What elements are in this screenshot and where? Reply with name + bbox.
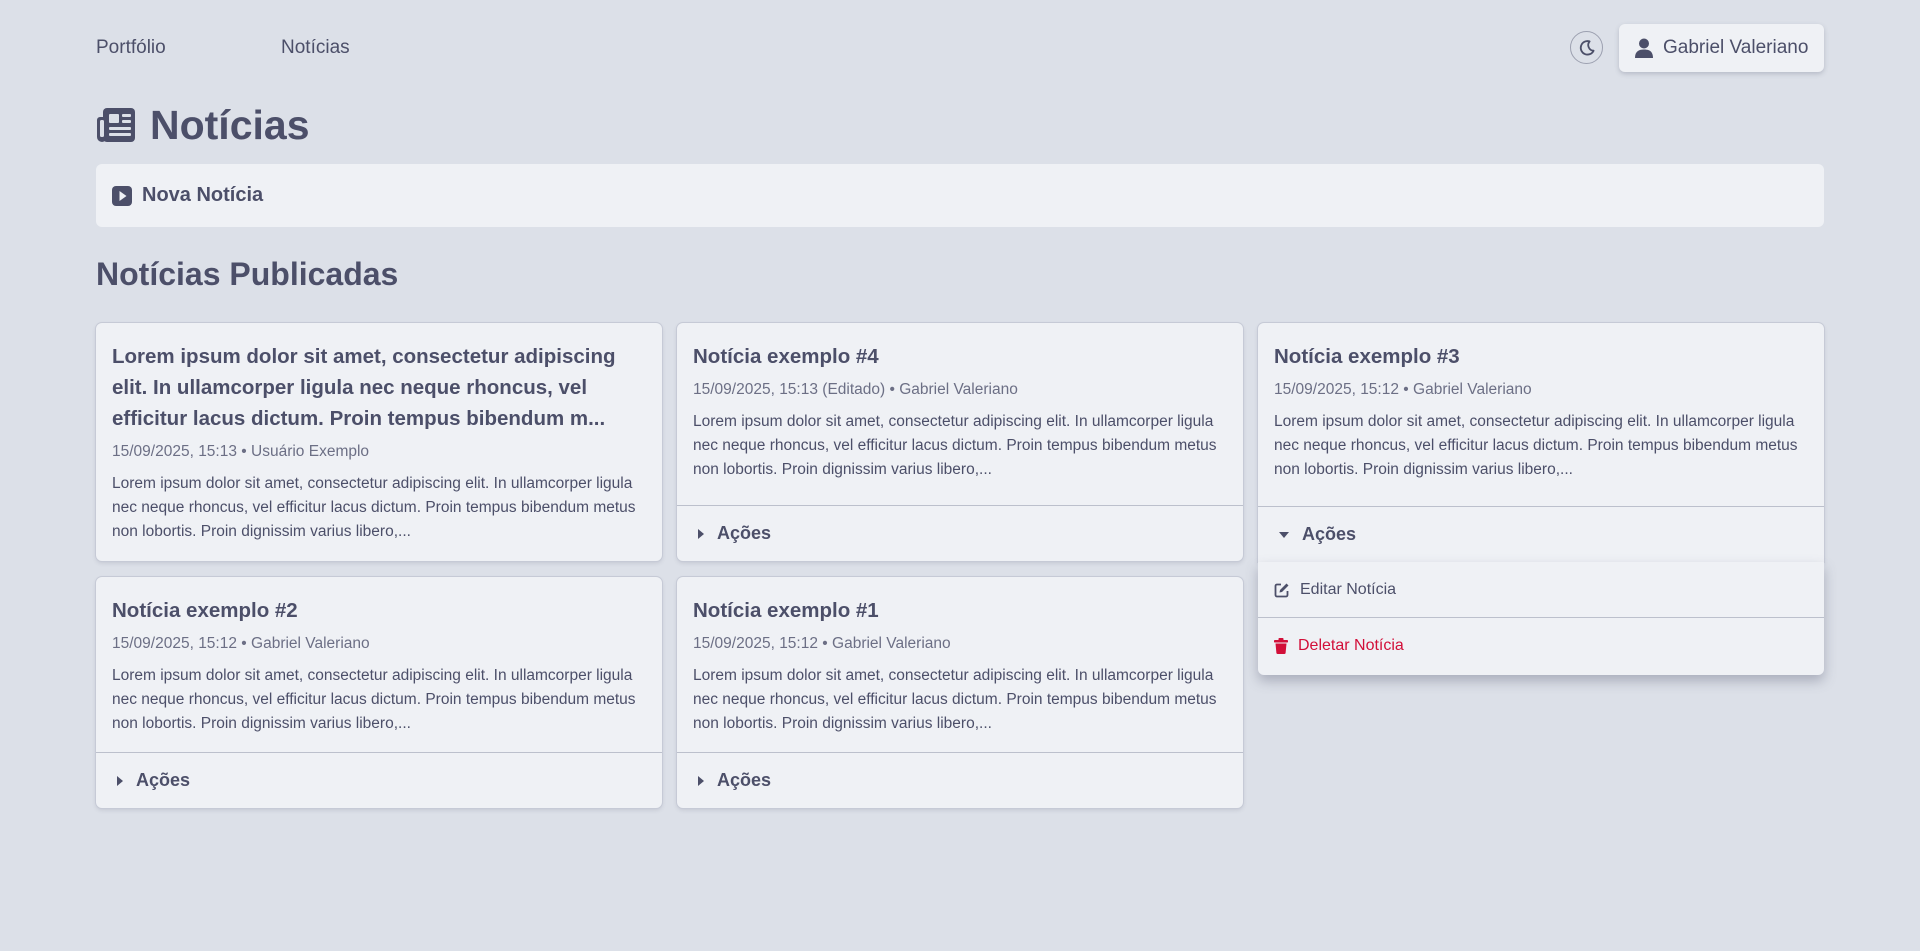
actions-toggle[interactable]: Ações <box>1258 506 1824 562</box>
news-card-title[interactable]: Notícia exemplo #1 <box>693 595 1227 626</box>
nav-link-noticias[interactable]: Notícias <box>281 37 350 59</box>
news-card-text: Lorem ipsum dolor sit amet, consectetur … <box>112 667 636 732</box>
user-icon <box>1635 38 1653 58</box>
user-name: Gabriel Valeriano <box>1663 37 1809 58</box>
caret-right-icon <box>698 775 704 786</box>
delete-news-label: Deletar Notícia <box>1298 637 1404 654</box>
news-card-title[interactable]: Notícia exemplo #4 <box>693 341 1227 372</box>
news-card-meta: 15/09/2025, 15:13 • Usuário Exemplo <box>112 443 370 460</box>
caret-right-icon <box>698 528 704 539</box>
caret-square-right-icon <box>112 185 132 206</box>
new-news-toggle[interactable]: Nova Notícia <box>96 164 1824 227</box>
news-card: Notícia exemplo #1 15/09/2025, 15:12 • G… <box>677 577 1243 808</box>
actions-toggle[interactable]: Ações <box>677 505 1243 561</box>
page-title: Notícias <box>96 102 310 148</box>
actions-label: Ações <box>717 770 772 790</box>
news-card-title[interactable]: Notícia exemplo #3 <box>1274 341 1808 372</box>
news-card: Notícia exemplo #3 15/09/2025, 15:12 • G… <box>1258 323 1824 562</box>
actions-dropdown: Editar Notícia Deletar Notícia <box>1258 562 1824 675</box>
news-card-meta: 15/09/2025, 15:12 • Gabriel Valeriano <box>1274 381 1532 398</box>
news-card-text: Lorem ipsum dolor sit amet, consectetur … <box>1274 413 1798 478</box>
news-card-text: Lorem ipsum dolor sit amet, consectetur … <box>112 475 636 540</box>
news-card: Notícia exemplo #4 15/09/2025, 15:13 (Ed… <box>677 323 1243 561</box>
delete-news-button[interactable]: Deletar Notícia <box>1258 618 1824 674</box>
news-card-text: Lorem ipsum dolor sit amet, consectetur … <box>693 667 1217 732</box>
news-card-meta: 15/09/2025, 15:12 • Gabriel Valeriano <box>112 635 370 652</box>
new-news-label: Nova Notícia <box>142 184 264 206</box>
actions-label: Ações <box>717 523 772 543</box>
user-menu-button[interactable]: Gabriel Valeriano <box>1619 24 1824 72</box>
section-title: Notícias Publicadas <box>96 256 399 292</box>
news-card-title[interactable]: Lorem ipsum dolor sit amet, consectetur … <box>112 341 646 434</box>
actions-toggle[interactable]: Ações <box>96 752 662 808</box>
actions-label: Ações <box>1302 524 1357 544</box>
edit-icon <box>1274 583 1289 597</box>
news-card-meta: 15/09/2025, 15:12 • Gabriel Valeriano <box>693 635 951 652</box>
edit-news-button[interactable]: Editar Notícia <box>1258 562 1824 618</box>
news-card: Notícia exemplo #2 15/09/2025, 15:12 • G… <box>96 577 662 808</box>
news-card-meta: 15/09/2025, 15:13 (Editado) • Gabriel Va… <box>693 381 1018 398</box>
page-heading: Notícias <box>150 101 310 148</box>
news-card: Lorem ipsum dolor sit amet, consectetur … <box>96 323 662 561</box>
moon-icon <box>1579 39 1594 55</box>
news-card-title[interactable]: Notícia exemplo #2 <box>112 595 646 626</box>
trash-icon <box>1274 638 1288 654</box>
actions-toggle[interactable]: Ações <box>677 752 1243 808</box>
news-card-text: Lorem ipsum dolor sit amet, consectetur … <box>693 413 1217 478</box>
nav-link-portfolio[interactable]: Portfólio <box>96 37 166 59</box>
edit-news-label: Editar Notícia <box>1300 580 1397 598</box>
caret-down-icon <box>1279 531 1289 538</box>
theme-toggle-button[interactable] <box>1570 31 1603 64</box>
caret-right-icon <box>117 775 123 786</box>
actions-label: Ações <box>136 770 191 790</box>
newspaper-icon <box>97 108 135 142</box>
app-root: Portfólio Notícias Gabriel Valeriano Not… <box>0 0 1920 951</box>
